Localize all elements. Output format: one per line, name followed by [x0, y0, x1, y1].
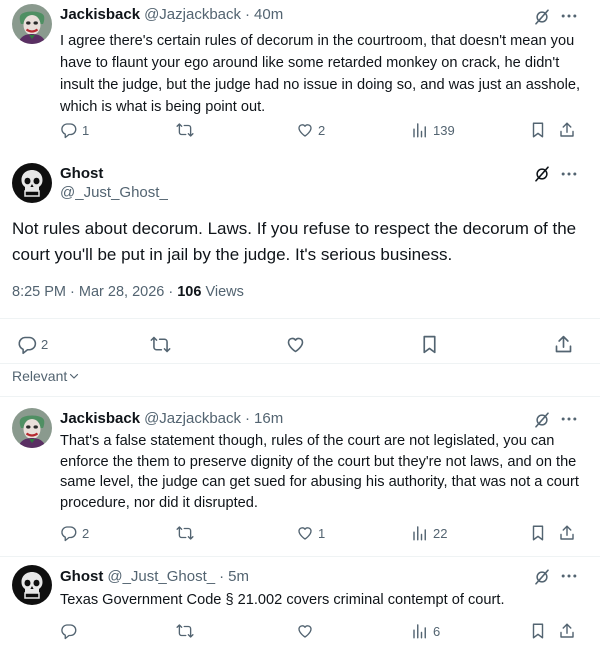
reply-button[interactable]: 1 [60, 121, 89, 139]
author-handle[interactable]: @_Just_Ghost_ [60, 184, 168, 201]
more-icon[interactable] [559, 409, 579, 429]
grok-icon[interactable] [533, 165, 551, 183]
views-button[interactable]: 22 [411, 524, 447, 542]
grok-icon[interactable] [533, 411, 551, 429]
like-icon[interactable] [285, 334, 306, 355]
more-icon[interactable] [559, 566, 579, 586]
views-icon [411, 622, 429, 640]
views-icon [411, 121, 429, 139]
like-button[interactable]: 2 [296, 121, 325, 139]
views-button[interactable]: 139 [411, 121, 455, 139]
like-button[interactable]: 1 [296, 524, 325, 542]
share-icon[interactable] [553, 334, 574, 355]
reply-tweet-1[interactable]: Jackisback @Jazjackback · 40m I agree th… [0, 0, 600, 150]
chevron-down-icon [70, 373, 79, 379]
divider [0, 363, 600, 364]
like-icon [296, 121, 314, 139]
sort-label: Relevant [12, 368, 68, 384]
divider [0, 318, 600, 319]
tweet-text: Texas Government Code § 21.002 covers cr… [60, 592, 505, 608]
share-icon[interactable] [558, 524, 576, 542]
post-time[interactable]: 5m [228, 568, 249, 585]
grok-icon[interactable] [533, 8, 551, 26]
more-icon[interactable] [559, 164, 579, 184]
repost-button[interactable] [176, 524, 194, 542]
main-tweet: Ghost @_Just_Ghost_ Not rules about deco… [0, 155, 600, 355]
bookmark-icon[interactable] [529, 121, 547, 139]
author-handle[interactable]: @_Just_Ghost_ [107, 568, 215, 585]
repost-icon [176, 121, 194, 139]
reply-button[interactable]: 2 [17, 334, 48, 355]
repost-button[interactable] [176, 121, 194, 139]
repost-icon [176, 524, 194, 542]
reply-tweet-3[interactable]: Ghost @_Just_Ghost_ · 5m Texas Governmen… [0, 560, 600, 648]
views-button[interactable]: 6 [411, 622, 440, 640]
post-time[interactable]: 16m [254, 410, 283, 427]
bookmark-icon[interactable] [419, 334, 440, 355]
like-icon[interactable] [296, 622, 314, 640]
reply-icon [60, 121, 78, 139]
author-handle[interactable]: @Jazjackback [144, 6, 241, 23]
author-name[interactable]: Ghost [60, 165, 103, 182]
reply-button[interactable]: 2 [60, 524, 89, 542]
views-count: 106 [177, 284, 202, 300]
reply-icon [60, 524, 78, 542]
grok-icon[interactable] [533, 568, 551, 586]
repost-icon[interactable] [176, 622, 194, 640]
author-handle[interactable]: @Jazjackback [144, 410, 241, 427]
tweet-text: That's a false statement though, rules o… [60, 433, 579, 511]
separator-dot: · [219, 568, 225, 585]
tweet-text: I agree there's certain rules of decorum… [60, 33, 581, 115]
sort-replies-dropdown[interactable]: Relevant [12, 368, 80, 384]
bookmark-icon[interactable] [529, 524, 547, 542]
reply-icon[interactable] [60, 622, 78, 640]
tweet-text: Not rules about decorum. Laws. If you re… [12, 219, 577, 264]
avatar[interactable] [12, 163, 52, 203]
avatar[interactable] [12, 408, 52, 448]
author-name[interactable]: Ghost [60, 568, 103, 585]
avatar[interactable] [12, 565, 52, 605]
like-icon [296, 524, 314, 542]
author-name[interactable]: Jackisback [60, 6, 140, 23]
share-icon[interactable] [558, 622, 576, 640]
bookmark-icon[interactable] [529, 622, 547, 640]
separator-dot: · [245, 6, 251, 23]
tweet-meta: 8:25 PM · Mar 28, 2026 · 106 Views [12, 284, 244, 300]
avatar[interactable] [12, 4, 52, 44]
reply-tweet-2[interactable]: Jackisback @Jazjackback · 16m That's a f… [0, 403, 600, 553]
more-icon[interactable] [559, 6, 579, 26]
views-icon [411, 524, 429, 542]
divider [0, 556, 600, 557]
repost-icon[interactable] [150, 334, 171, 355]
share-icon[interactable] [558, 121, 576, 139]
views-label: Views [201, 284, 244, 300]
post-time[interactable]: 40m [254, 6, 283, 23]
divider [0, 396, 600, 397]
separator-dot: · [245, 410, 251, 427]
author-name[interactable]: Jackisback [60, 410, 140, 427]
timestamp[interactable]: 8:25 PM · Mar 28, 2026 · [12, 284, 177, 300]
reply-icon [17, 334, 38, 355]
